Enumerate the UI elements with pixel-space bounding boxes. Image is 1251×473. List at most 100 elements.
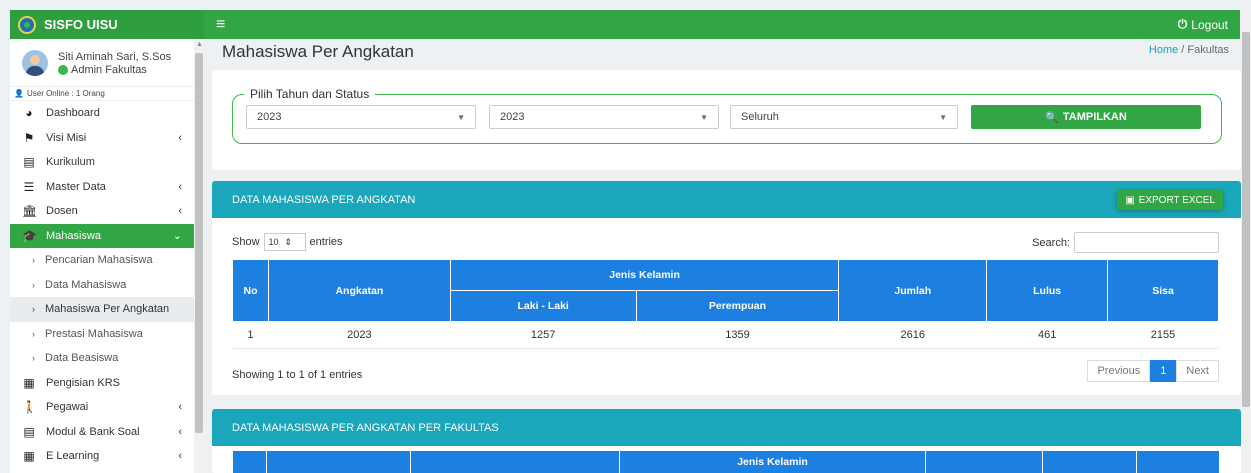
- flag-icon: ⚑: [23, 130, 35, 145]
- table-info: Showing 1 to 1 of 1 entries: [232, 369, 363, 381]
- sidebar-item-modul-bank-soal[interactable]: ▤ Modul & Bank Soal ‹: [10, 420, 194, 445]
- calendar-icon: ▦: [23, 449, 35, 464]
- card-header: DATA MAHASISWA PER ANGKATAN PER FAKULTAS: [212, 409, 1241, 446]
- word-icon: ▦: [23, 375, 35, 390]
- chevron-right-icon: ›: [32, 328, 35, 339]
- table-row: 1 2023 1257 1359 2616 461 2155: [232, 321, 1219, 349]
- cell-perempuan: 1359: [636, 321, 839, 349]
- sidebar-subitem-label: Pencarian Mahasiswa: [45, 254, 153, 267]
- length-control: Show 10 ⇕ entries: [232, 233, 343, 251]
- scroll-up-icon[interactable]: ▲: [196, 41, 203, 48]
- sidebar-item-mahasiswa[interactable]: 🎓 Mahasiswa ⌄: [10, 223, 194, 248]
- hamburger-icon[interactable]: ≡: [216, 16, 225, 34]
- col-angkatan[interactable]: Angkatan: [267, 259, 451, 322]
- brand[interactable]: SISFO UISU: [10, 10, 204, 39]
- col-header-empty: [266, 451, 411, 473]
- cell-no: 1: [232, 321, 269, 349]
- year-to-select[interactable]: 2023 ▼: [489, 105, 719, 129]
- sidebar-item-label: E Learning: [46, 450, 100, 463]
- logout-button[interactable]: ⏻ Logout: [1178, 17, 1228, 32]
- user-role-label: Admin Fakultas: [71, 63, 147, 76]
- export-excel-label: EXPORT EXCEL: [1138, 194, 1215, 206]
- year-from-select[interactable]: 2023 ▼: [246, 105, 476, 129]
- length-select[interactable]: 10 ⇕: [263, 233, 306, 251]
- sidebar-item-dashboard[interactable]: ◕ Dashboard: [10, 101, 194, 126]
- chevron-right-icon: ›: [32, 353, 35, 364]
- cell-angkatan: 2023: [268, 321, 451, 349]
- search-control: Search:: [1032, 232, 1219, 253]
- cell-lulus: 461: [986, 321, 1108, 349]
- power-icon: ⏻: [1177, 17, 1188, 31]
- page-scrollbar[interactable]: [1241, 10, 1251, 473]
- page-scrollbar-thumb[interactable]: [1242, 32, 1250, 407]
- breadcrumb-current: Fakultas: [1187, 44, 1229, 56]
- col-laki-laki[interactable]: Laki - Laki: [449, 290, 637, 322]
- sidebar-item-label: Modul & Bank Soal: [46, 425, 140, 438]
- sidebar-subitem-data-beasiswa[interactable]: › Data Beasiswa: [10, 346, 194, 371]
- sidebar: Siti Aminah Sari, S.Sos Admin Fakultas 👤…: [10, 39, 194, 473]
- sidebar-scrollbar-thumb[interactable]: [195, 53, 203, 433]
- chevron-left-icon: ‹: [178, 180, 182, 193]
- chevron-left-icon: ‹: [178, 131, 182, 144]
- col-perempuan[interactable]: Perempuan: [635, 290, 840, 322]
- card-title: DATA MAHASISWA PER ANGKATAN PER FAKULTAS: [232, 421, 499, 434]
- search-input[interactable]: [1074, 232, 1219, 253]
- sidebar-subitem-mahasiswa-per-angkatan[interactable]: › Mahasiswa Per Angkatan: [10, 297, 194, 322]
- sidebar-scrollbar[interactable]: ▲: [194, 39, 204, 473]
- pagination-next[interactable]: Next: [1176, 360, 1219, 382]
- person-icon: 🚶: [22, 400, 37, 415]
- col-header-empty: [232, 451, 267, 473]
- sidebar-item-visi-misi[interactable]: ⚑ Visi Misi ‹: [10, 126, 194, 151]
- breadcrumb: Home / Fakultas: [1149, 44, 1229, 56]
- sidebar-subitem-data-mahasiswa[interactable]: › Data Mahasiswa: [10, 273, 194, 298]
- sidebar-subitem-label: Data Mahasiswa: [45, 278, 127, 291]
- col-sisa[interactable]: Sisa: [1107, 259, 1219, 322]
- sidebar-item-dosen[interactable]: 🏛 Dosen ‹: [10, 199, 194, 224]
- breadcrumb-separator: /: [1181, 44, 1185, 56]
- caret-down-icon: ▼: [457, 112, 465, 122]
- sidebar-item-pengisian-krs[interactable]: ▦ Pengisian KRS: [10, 371, 194, 396]
- book-icon: ▤: [23, 424, 35, 439]
- user-name: Siti Aminah Sari, S.Sos: [58, 50, 172, 63]
- sidebar-subitem-prestasi-mahasiswa[interactable]: › Prestasi Mahasiswa: [10, 322, 194, 347]
- chevron-left-icon: ‹: [178, 425, 182, 438]
- year-from-value: 2023: [257, 111, 282, 123]
- status-dot-icon: [58, 64, 68, 75]
- brand-name: SISFO UISU: [44, 17, 118, 32]
- breadcrumb-home-link[interactable]: Home: [1149, 44, 1178, 56]
- cell-sisa: 2155: [1107, 321, 1219, 349]
- sidebar-item-label: Dosen: [46, 205, 78, 218]
- card-title: DATA MAHASISWA PER ANGKATAN: [232, 193, 416, 206]
- dashboard-icon: ◕: [25, 106, 33, 121]
- excel-icon: ▣: [1125, 194, 1135, 206]
- search-icon: 🔍: [1045, 111, 1059, 124]
- sidebar-item-kurikulum[interactable]: ▤ Kurikulum: [10, 150, 194, 175]
- chevron-right-icon: ›: [32, 304, 35, 315]
- cell-laki-laki: 1257: [450, 321, 637, 349]
- tampilkan-label: TAMPILKAN: [1062, 111, 1127, 123]
- sidebar-item-label: Mahasiswa: [46, 229, 102, 242]
- database-icon: ☰: [23, 179, 35, 194]
- col-header-empty: [1042, 451, 1137, 473]
- col-lulus[interactable]: Lulus: [986, 259, 1109, 322]
- tampilkan-button[interactable]: 🔍 TAMPILKAN: [971, 105, 1201, 129]
- chevron-right-icon: ›: [32, 279, 35, 290]
- sidebar-subitem-pencarian-mahasiswa[interactable]: › Pencarian Mahasiswa: [10, 248, 194, 273]
- pagination-previous[interactable]: Previous: [1087, 360, 1151, 382]
- pagination-page-1[interactable]: 1: [1150, 360, 1177, 382]
- col-jumlah[interactable]: Jumlah: [838, 259, 988, 322]
- col-header-empty: [410, 451, 620, 473]
- page-title: Mahasiswa Per Angkatan: [222, 42, 414, 61]
- user-role: Admin Fakultas: [58, 64, 171, 76]
- col-no[interactable]: No: [232, 259, 269, 322]
- sidebar-item-pegawai[interactable]: 🚶 Pegawai ‹: [10, 395, 194, 420]
- sidebar-item-master-data[interactable]: ☰ Master Data ‹: [10, 175, 194, 200]
- user-panel: Siti Aminah Sari, S.Sos Admin Fakultas: [10, 39, 194, 87]
- export-excel-button[interactable]: ▣ EXPORT EXCEL: [1117, 190, 1223, 210]
- logout-label: Logout: [1191, 17, 1228, 32]
- search-label: Search:: [1032, 236, 1070, 249]
- status-select[interactable]: Seluruh ▼: [730, 105, 958, 129]
- sidebar-item-e-learning[interactable]: ▦ E Learning ‹: [10, 444, 194, 469]
- show-label: Show: [232, 236, 260, 248]
- caret-down-icon: ▼: [700, 112, 708, 122]
